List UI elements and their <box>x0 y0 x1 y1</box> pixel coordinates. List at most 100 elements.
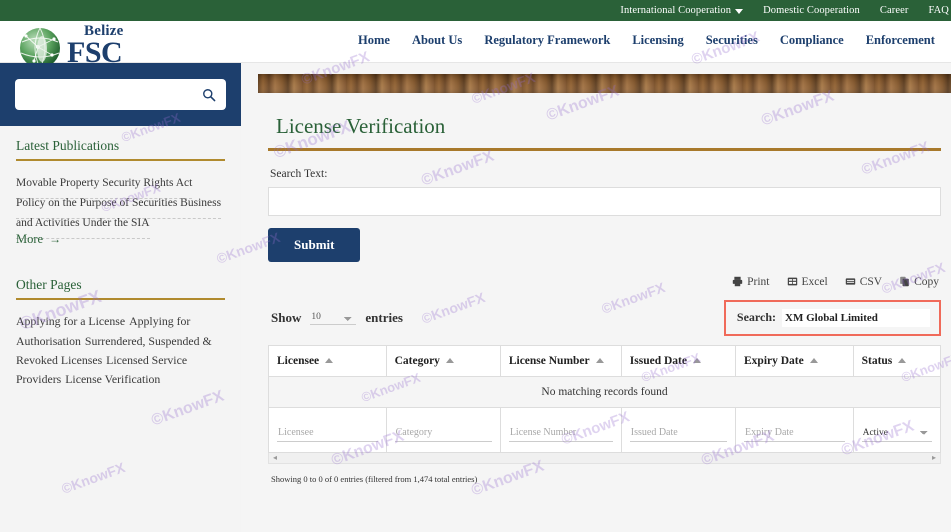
copy-button[interactable]: Copy <box>899 276 939 288</box>
nav-item-licensing[interactable]: Licensing <box>632 33 683 48</box>
excel-icon <box>787 276 798 287</box>
copy-icon <box>899 276 910 287</box>
sidebar-item-license-verification[interactable]: License Verification <box>65 372 160 386</box>
page-banner-image <box>258 74 951 93</box>
topbar-link-career[interactable]: Career <box>880 5 909 16</box>
top-utility-links: International Cooperation Domestic Coope… <box>620 5 951 16</box>
publications-more-label: More <box>16 232 44 247</box>
filter-input-issued-date[interactable] <box>629 423 728 442</box>
sort-ascending-icon <box>595 358 604 363</box>
topbar-link-international-cooperation[interactable]: International Cooperation <box>620 5 744 16</box>
topbar-link-label: International Cooperation <box>620 5 732 16</box>
latest-publications-panel: Latest Publications Movable Property Sec… <box>0 126 241 258</box>
table-body: No matching records found <box>268 375 941 408</box>
filter-input-license-number[interactable] <box>508 423 613 442</box>
sort-ascending-icon <box>692 358 701 363</box>
entries-label: entries <box>365 309 403 325</box>
print-button-label: Print <box>747 275 770 288</box>
column-header-expiry-date[interactable]: Expiry Date <box>735 344 854 377</box>
filter-cell-licensee <box>268 406 387 453</box>
chevron-down-icon <box>735 9 744 14</box>
filter-input-licensee[interactable] <box>277 423 378 442</box>
column-header-issued-date[interactable]: Issued Date <box>620 344 737 377</box>
column-header-label: Category <box>394 354 440 367</box>
entries-per-page-select[interactable]: 10 25 50 100 <box>310 310 357 325</box>
export-buttons-row: Print Excel CSV Copy <box>268 276 941 288</box>
table-horizontal-scrollbar[interactable]: ◂ ▸ <box>268 452 941 464</box>
filter-cell-expiry-date <box>735 406 854 453</box>
column-header-label: Expiry Date <box>744 354 804 367</box>
table-empty-row: No matching records found <box>268 375 941 408</box>
nav-item-enforcement[interactable]: Enforcement <box>866 33 935 48</box>
filter-cell-category <box>385 406 501 453</box>
table-filter-row: Active Inactive All <box>268 406 942 453</box>
license-verification-card: License Verification Search Text: Submit… <box>258 105 951 532</box>
column-header-label: Status <box>861 354 893 367</box>
scroll-left-arrow-icon[interactable]: ◂ <box>273 453 277 462</box>
column-header-label: Issued Date <box>629 354 687 367</box>
main-content: License Verification Search Text: Submit… <box>241 63 951 532</box>
filter-input-category[interactable] <box>394 423 492 442</box>
column-header-license-number[interactable]: License Number <box>499 344 622 377</box>
nav-item-securities[interactable]: Securities <box>706 33 758 48</box>
sidebar-search-input[interactable] <box>25 87 202 102</box>
search-icon[interactable] <box>202 88 216 102</box>
column-header-category[interactable]: Category <box>385 344 501 377</box>
filter-cell-status: Active Inactive All <box>852 406 942 453</box>
copy-button-label: Copy <box>914 275 939 288</box>
excel-button[interactable]: Excel <box>787 276 828 288</box>
topbar-link-label: Domestic Cooperation <box>763 5 860 16</box>
column-header-status[interactable]: Status <box>852 344 942 377</box>
printer-icon <box>732 276 743 287</box>
no-records-message: No matching records found <box>268 375 941 408</box>
title-divider <box>268 148 941 151</box>
other-pages-panel: Other Pages Applying for a License Apply… <box>0 263 241 399</box>
csv-button[interactable]: CSV <box>845 276 882 288</box>
column-header-label: License Number <box>508 354 590 367</box>
filter-input-expiry-date[interactable] <box>744 423 845 442</box>
page-title: License Verification <box>276 114 446 138</box>
nav-item-compliance[interactable]: Compliance <box>780 33 844 48</box>
top-utility-bar: International Cooperation Domestic Coope… <box>0 0 951 21</box>
filter-select-status[interactable]: Active Inactive All <box>861 424 932 442</box>
nav-item-home[interactable]: Home <box>358 33 390 48</box>
sidebar: Latest Publications Movable Property Sec… <box>0 63 241 532</box>
submit-button[interactable]: Submit <box>268 227 361 262</box>
sidebar-search-block <box>0 63 241 126</box>
sidebar-search-box[interactable] <box>15 79 226 110</box>
nav-item-regulatory-framework[interactable]: Regulatory Framework <box>484 33 610 48</box>
table-search-input[interactable] <box>782 308 930 327</box>
table-search-box[interactable]: Search: <box>723 299 941 336</box>
excel-button-label: Excel <box>801 275 828 288</box>
sort-ascending-icon <box>325 358 334 363</box>
search-text-input[interactable] <box>268 186 941 216</box>
license-results-table: Licensee Category License Number Issued … <box>268 344 942 453</box>
column-header-label: Licensee <box>277 354 320 367</box>
other-pages-heading: Other Pages <box>16 277 225 301</box>
sidebar-item-applying-for-a-license[interactable]: Applying for a License <box>16 314 125 328</box>
topbar-link-domestic-cooperation[interactable]: Domestic Cooperation <box>763 5 860 16</box>
csv-file-icon <box>845 276 856 287</box>
sort-ascending-icon <box>445 358 454 363</box>
latest-publications-heading: Latest Publications <box>16 138 225 161</box>
topbar-link-label: Career <box>879 5 909 16</box>
scroll-right-arrow-icon[interactable]: ▸ <box>932 453 936 462</box>
site-header: Belize FSC Financial Services Commission… <box>0 21 951 75</box>
table-controls: Show 10 25 50 100 entries Search: <box>268 299 941 336</box>
table-foot: Active Inactive All <box>268 406 942 453</box>
showing-entries-info: Showing 0 to 0 of 0 entries (filtered fr… <box>271 473 478 484</box>
csv-button-label: CSV <box>859 275 883 288</box>
show-label: Show <box>271 309 302 325</box>
print-button[interactable]: Print <box>732 275 770 288</box>
search-text-label: Search Text: <box>270 167 328 180</box>
topbar-link-faq[interactable]: FAQ <box>928 5 949 16</box>
main-navigation: Home About Us Regulatory Framework Licen… <box>358 33 951 48</box>
nav-item-about-us[interactable]: About Us <box>412 33 462 48</box>
column-header-licensee[interactable]: Licensee <box>268 344 387 377</box>
topbar-link-label: FAQ <box>928 5 949 16</box>
publication-item[interactable]: Movable Property Security Rights Act <box>16 177 193 199</box>
table-search-label: Search: <box>736 310 776 324</box>
filter-cell-issued-date <box>620 406 737 453</box>
show-entries-control: Show 10 25 50 100 entries <box>268 310 403 326</box>
sort-ascending-icon <box>898 358 907 363</box>
